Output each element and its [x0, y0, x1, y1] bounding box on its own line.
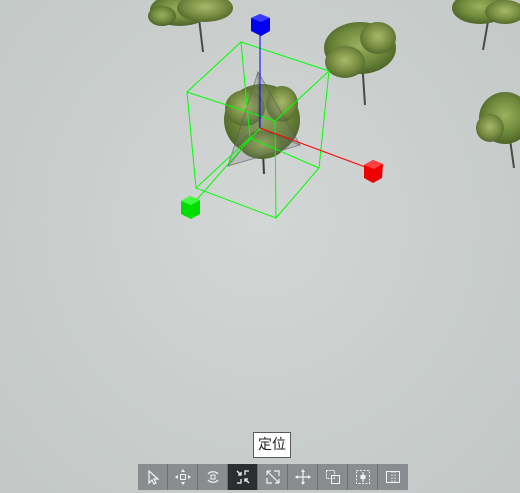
scene-canvas: [148, 0, 520, 219]
tree-right-edge: [476, 92, 520, 169]
tree-top-left: [148, 0, 233, 53]
z-axis-handle[interactable]: [181, 196, 200, 219]
transform-icon: [325, 470, 340, 484]
pan-icon: [294, 469, 311, 485]
rotate-tool-button[interactable]: [198, 464, 228, 490]
transform-tool-button[interactable]: [318, 464, 348, 490]
y-axis-handle[interactable]: [251, 14, 270, 36]
tooltip: 定位: [253, 432, 291, 458]
select-tool-button[interactable]: [138, 464, 168, 490]
transform-toolbar: [138, 464, 408, 490]
scale-tool-button[interactable]: [258, 464, 288, 490]
move-arrows-icon: [174, 469, 191, 485]
tree-right-upper: [324, 22, 396, 106]
x-axis-handle[interactable]: [364, 160, 383, 183]
tree-top-right: [452, 0, 520, 51]
z-axis-line: [192, 127, 261, 205]
locate-tool-button[interactable]: [228, 464, 258, 490]
cursor-icon: [147, 469, 160, 485]
move-tool-button[interactable]: [168, 464, 198, 490]
align-tool-button[interactable]: [348, 464, 378, 490]
align-icon: [355, 470, 370, 484]
scale-icon: [265, 470, 280, 484]
locate-icon: [236, 470, 249, 484]
3d-viewport[interactable]: [0, 0, 520, 493]
rotate-icon: [206, 471, 219, 483]
pan-tool-button[interactable]: [288, 464, 318, 490]
frame-icon: [386, 471, 400, 483]
frame-tool-button[interactable]: [378, 464, 408, 490]
